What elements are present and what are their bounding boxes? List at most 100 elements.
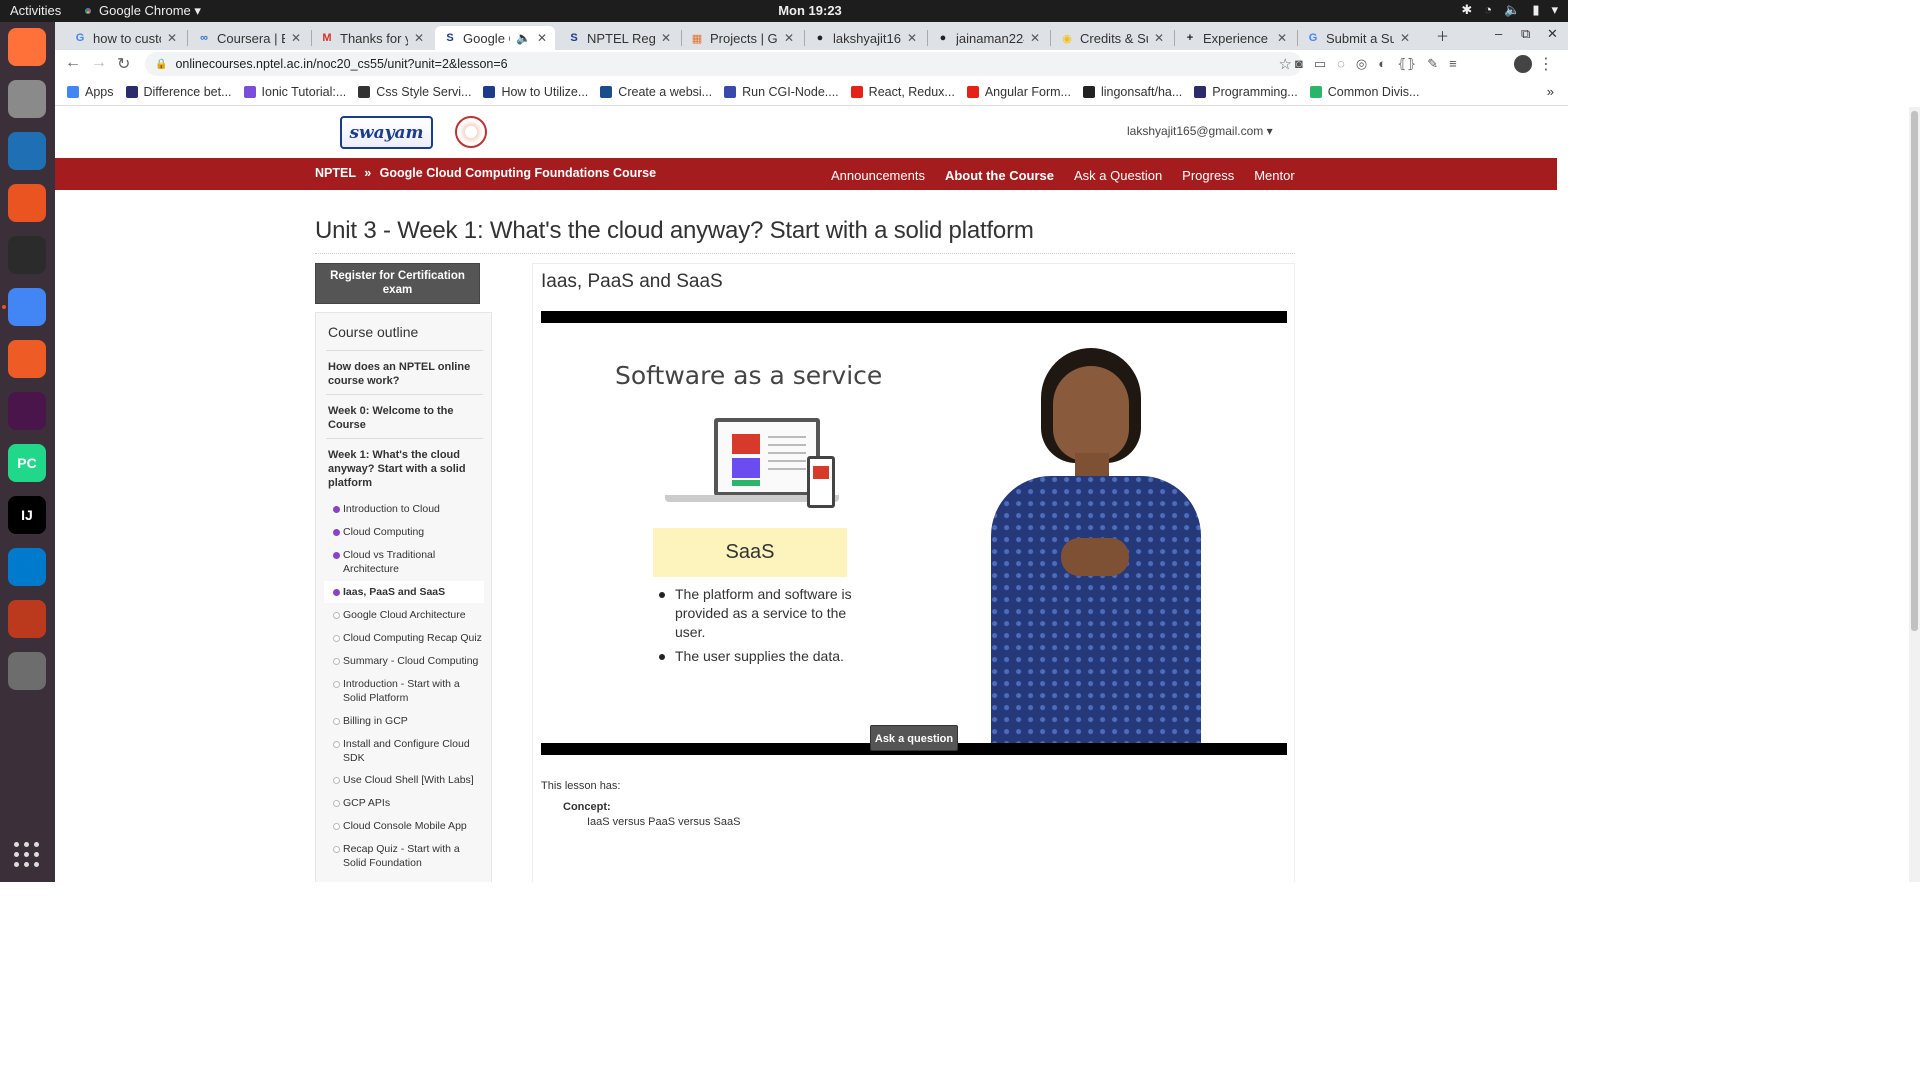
activities-button[interactable]: Activities bbox=[10, 3, 61, 18]
browser-tab[interactable]: + Experience c ✕ bbox=[1175, 26, 1295, 50]
software-center-icon[interactable] bbox=[8, 184, 46, 222]
camera-extension-icon[interactable]: ◙ bbox=[1295, 56, 1303, 72]
bookmark-item[interactable]: How to Utilize... bbox=[483, 85, 588, 99]
nav-link-announcements[interactable]: Announcements bbox=[831, 168, 925, 183]
outline-lesson-item[interactable]: Cloud vs Traditional Architecture bbox=[333, 548, 483, 576]
writer-icon[interactable] bbox=[8, 132, 46, 170]
outline-lesson-item[interactable]: Use Cloud Shell [With Labs] bbox=[333, 773, 483, 787]
firefox-icon[interactable] bbox=[8, 28, 46, 66]
extension-icon[interactable]: ◌ bbox=[1337, 56, 1345, 72]
browser-tab[interactable]: Ghow to custo ✕ bbox=[65, 26, 185, 50]
vscode-icon[interactable] bbox=[8, 548, 46, 586]
browser-tab[interactable]: ● lakshyajit165 ✕ bbox=[805, 26, 925, 50]
browser-tab[interactable]: G Submit a Sup ✕ bbox=[1298, 26, 1418, 50]
page-scrollbar[interactable] bbox=[1909, 107, 1920, 882]
back-icon[interactable]: ← bbox=[65, 54, 81, 72]
battery-icon[interactable]: ▮ bbox=[1532, 2, 1539, 18]
postman-icon[interactable] bbox=[8, 340, 46, 378]
clock[interactable]: Mon 19:23 bbox=[760, 3, 860, 18]
scrollbar-thumb[interactable] bbox=[1911, 111, 1918, 631]
swayam-logo[interactable]: swayam bbox=[340, 116, 433, 149]
apps-bookmark[interactable]: Apps bbox=[67, 85, 114, 99]
lock-icon[interactable]: 🔒 bbox=[155, 59, 167, 70]
terminal-icon[interactable] bbox=[8, 236, 46, 274]
tab-close-icon[interactable]: ✕ bbox=[1030, 31, 1040, 45]
new-tab-button[interactable]: ＋ bbox=[1436, 26, 1449, 45]
outline-lesson-item[interactable]: Install and Configure Cloud SDK bbox=[333, 737, 483, 765]
register-certification-button[interactable]: Register for Certification exam bbox=[315, 263, 480, 304]
bookmark-item[interactable]: Common Divis... bbox=[1309, 85, 1419, 99]
chrome-icon[interactable] bbox=[2, 288, 46, 326]
show-applications-icon[interactable] bbox=[14, 842, 40, 868]
slack-tray-icon[interactable]: ✱ bbox=[1461, 2, 1472, 18]
outline-lesson-item[interactable]: Recap Quiz - Start with a Solid Foundati… bbox=[333, 842, 483, 870]
tab-close-icon[interactable]: ✕ bbox=[291, 31, 301, 45]
outline-lesson-item[interactable]: Cloud Console Mobile App bbox=[333, 819, 483, 833]
reload-icon[interactable]: ↻ bbox=[117, 54, 130, 74]
close-window-icon[interactable]: ✕ bbox=[1547, 26, 1558, 42]
minimize-icon[interactable]: – bbox=[1495, 26, 1502, 41]
chrome-menu-icon[interactable]: ⋮ bbox=[1538, 54, 1554, 74]
slack-icon[interactable] bbox=[8, 392, 46, 430]
bookmark-item[interactable]: Css Style Servi... bbox=[358, 85, 471, 99]
bookmark-item[interactable]: Run CGI-Node.... bbox=[724, 85, 839, 99]
bookmark-item[interactable]: Ionic Tutorial:... bbox=[243, 85, 346, 99]
bookmark-item[interactable]: Create a websi... bbox=[600, 85, 712, 99]
bookmark-item[interactable]: Angular Form... bbox=[966, 85, 1071, 99]
maximize-icon[interactable]: ⧉ bbox=[1521, 26, 1530, 42]
app-menu[interactable]: Google Chrome ▾ bbox=[82, 3, 201, 19]
extension-icon[interactable]: ⦃⦄ bbox=[1397, 56, 1416, 72]
gimp-icon[interactable] bbox=[8, 652, 46, 690]
video-player[interactable]: Software as a service SaaS The platform … bbox=[541, 311, 1287, 755]
ask-question-button[interactable]: Ask a question bbox=[870, 725, 958, 751]
outline-lesson-item[interactable]: Introduction - Start with a Solid Platfo… bbox=[333, 677, 483, 705]
user-menu[interactable]: lakshyajit165@gmail.com ▾ bbox=[1127, 124, 1273, 138]
nav-link-ask-a-question[interactable]: Ask a Question bbox=[1074, 168, 1162, 183]
nav-link-progress[interactable]: Progress bbox=[1182, 168, 1234, 183]
files-icon[interactable] bbox=[8, 80, 46, 118]
outline-lesson-item[interactable]: Billing in GCP bbox=[333, 714, 483, 728]
outline-lesson-item[interactable]: Introduction to Cloud bbox=[333, 502, 483, 516]
media-control-icon[interactable]: ≡ bbox=[1449, 56, 1457, 72]
browser-tab[interactable]: S NPTEL Regis ✕ bbox=[559, 26, 679, 50]
tab-close-icon[interactable]: ✕ bbox=[784, 31, 794, 45]
bookmark-item[interactable]: React, Redux... bbox=[850, 85, 955, 99]
breadcrumb-course[interactable]: Google Cloud Computing Foundations Cours… bbox=[380, 166, 656, 180]
settings-icon[interactable] bbox=[8, 600, 46, 638]
tab-close-icon[interactable]: ✕ bbox=[1400, 31, 1410, 45]
outline-lesson-item[interactable]: Iaas, PaaS and SaaS bbox=[333, 585, 483, 599]
outline-week-item[interactable]: How does an NPTEL online course work? bbox=[328, 360, 478, 388]
tab-close-icon[interactable]: ✕ bbox=[537, 31, 547, 45]
tab-close-icon[interactable]: ✕ bbox=[414, 31, 424, 45]
pycharm-icon[interactable]: PC bbox=[8, 444, 46, 482]
tab-close-icon[interactable]: ✕ bbox=[661, 31, 671, 45]
intellij-icon[interactable]: IJ bbox=[8, 496, 46, 534]
power-menu-icon[interactable]: ▾ bbox=[1551, 2, 1558, 18]
extension-icon[interactable]: ◎ bbox=[1356, 56, 1367, 72]
outline-week-item[interactable]: Week 1: What's the cloud anyway? Start w… bbox=[328, 448, 478, 490]
tab-close-icon[interactable]: ✕ bbox=[167, 31, 177, 45]
nav-link-about-the-course[interactable]: About the Course bbox=[945, 168, 1054, 183]
browser-tab[interactable]: ● jainaman224 ✕ bbox=[928, 26, 1048, 50]
outline-lesson-item[interactable]: Summary - Cloud Computing bbox=[333, 654, 483, 668]
bookmark-item[interactable]: Difference bet... bbox=[125, 85, 232, 99]
browser-tab[interactable]: ◉ Credits & Sub ✕ bbox=[1052, 26, 1172, 50]
extension-icon[interactable]: ◐ bbox=[1378, 56, 1386, 72]
bookmark-star-icon[interactable]: ☆ bbox=[1279, 55, 1292, 73]
outline-lesson-item[interactable]: Summary bbox=[333, 879, 483, 882]
forward-icon[interactable]: → bbox=[91, 54, 107, 72]
dropper-extension-icon[interactable]: ✎ bbox=[1427, 56, 1438, 72]
nptel-emblem-icon[interactable] bbox=[455, 116, 487, 148]
volume-icon[interactable]: 🔈 bbox=[1504, 2, 1520, 18]
concept-value[interactable]: IaaS versus PaaS versus SaaS bbox=[587, 816, 740, 828]
tab-audio-icon[interactable]: 🔈 bbox=[516, 31, 531, 45]
nav-link-mentor[interactable]: Mentor bbox=[1254, 168, 1294, 183]
browser-tab[interactable]: M Thanks for yo ✕ bbox=[312, 26, 432, 50]
bookmark-item[interactable]: Programming... bbox=[1194, 85, 1298, 99]
extension-icon[interactable]: ▭ bbox=[1314, 56, 1326, 72]
browser-tab[interactable]: S Google Cl 🔈 ✕ bbox=[435, 26, 555, 50]
outline-lesson-item[interactable]: Google Cloud Architecture bbox=[333, 608, 483, 622]
tab-close-icon[interactable]: ✕ bbox=[1154, 31, 1164, 45]
system-tray[interactable]: ✱ ◔ 🔈 ▮ ▾ bbox=[1461, 2, 1558, 18]
breadcrumb-nptel[interactable]: NPTEL bbox=[315, 166, 356, 180]
